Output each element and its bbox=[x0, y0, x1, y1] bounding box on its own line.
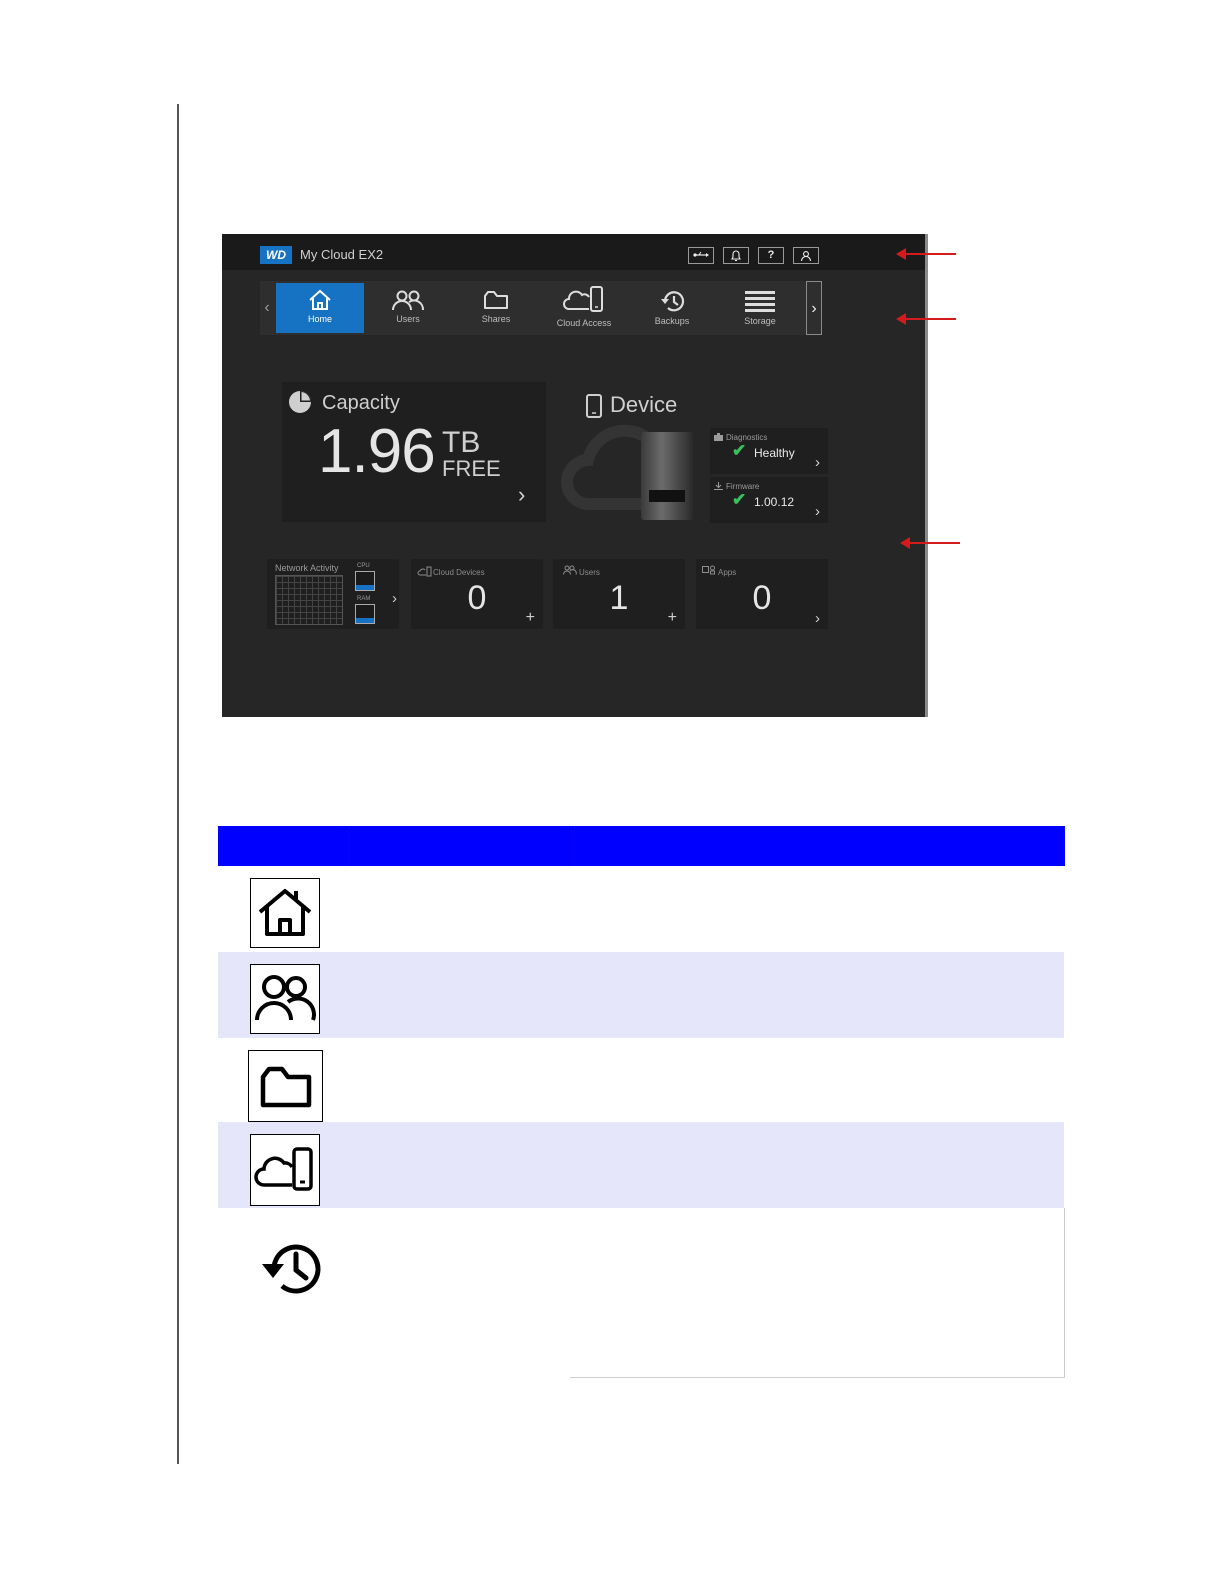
diagnostics-card[interactable]: Diagnostics ✔ Healthy › bbox=[710, 428, 828, 474]
apps-icon bbox=[702, 565, 715, 575]
cloud-device-icon bbox=[563, 286, 603, 312]
cloud-device-icon bbox=[417, 566, 432, 577]
device-title: Device bbox=[610, 392, 678, 417]
pie-chart-icon bbox=[289, 391, 311, 413]
firmware-value: 1.00.12 bbox=[754, 495, 795, 509]
header-divider bbox=[569, 826, 570, 866]
annotation-arrow-top-bar bbox=[896, 248, 956, 260]
dashboard-screenshot: WD My Cloud EX2 ? ‹ Home Users Shares Cl… bbox=[222, 234, 928, 717]
ram-label: RAM bbox=[357, 596, 371, 602]
network-graph bbox=[275, 575, 343, 625]
user-icon bbox=[800, 251, 812, 262]
diagnostics-icon bbox=[714, 433, 723, 441]
phone-icon bbox=[586, 394, 602, 418]
description-cell bbox=[570, 1208, 1065, 1378]
chevron-right-icon: › bbox=[815, 503, 820, 520]
home-icon bbox=[258, 889, 312, 936]
nav-label-users: Users bbox=[396, 314, 420, 324]
ram-meter-fill bbox=[356, 617, 374, 623]
nav-item-storage[interactable]: Storage bbox=[716, 283, 804, 333]
cloud-device-icon bbox=[254, 1147, 313, 1191]
users-icon bbox=[563, 565, 577, 575]
header-divider bbox=[351, 826, 352, 866]
nav-prev-arrow[interactable]: ‹ bbox=[260, 281, 274, 335]
add-icon[interactable]: + bbox=[668, 609, 677, 627]
margin-rule bbox=[177, 104, 179, 1464]
users-tile-title: Users bbox=[579, 568, 600, 577]
folder-icon bbox=[260, 1066, 311, 1108]
cpu-meter bbox=[355, 571, 375, 591]
table-header bbox=[218, 826, 1065, 866]
nav-item-backups[interactable]: Backups bbox=[628, 283, 716, 333]
nav-label-home: Home bbox=[307, 314, 332, 324]
table-row bbox=[218, 1122, 1064, 1208]
nas-device-image bbox=[641, 432, 693, 520]
cloud-devices-count: 0 bbox=[467, 579, 487, 617]
capacity-title: Capacity bbox=[322, 392, 400, 414]
annotation-arrow-nav bbox=[896, 313, 956, 325]
check-icon: ✔ bbox=[732, 441, 747, 460]
nav-label-backups: Backups bbox=[654, 316, 690, 326]
table-row bbox=[218, 866, 1064, 952]
check-icon: ✔ bbox=[732, 490, 747, 509]
home-icon bbox=[309, 289, 331, 310]
nav-label-cloud-access: Cloud Access bbox=[556, 318, 612, 328]
users-icon bbox=[255, 975, 316, 1021]
storage-icon bbox=[745, 291, 775, 312]
chevron-right-icon: › bbox=[518, 482, 526, 507]
cloud-devices-title: Cloud Devices bbox=[433, 568, 485, 577]
apps-count: 0 bbox=[752, 579, 772, 617]
chevron-right-icon: › bbox=[392, 590, 397, 607]
capacity-free-label: FREE bbox=[442, 456, 501, 481]
help-button[interactable]: ? bbox=[758, 247, 784, 264]
nav-label-storage: Storage bbox=[744, 316, 776, 326]
table-row bbox=[218, 1038, 1064, 1124]
capacity-card[interactable]: Capacity 1.96 TB FREE › bbox=[282, 382, 546, 522]
bell-icon bbox=[731, 250, 741, 262]
users-count: 1 bbox=[609, 579, 629, 617]
cloud-devices-tile[interactable]: Cloud Devices 0 + bbox=[411, 559, 543, 629]
users-tile[interactable]: Users 1 + bbox=[553, 559, 685, 629]
main-nav: ‹ Home Users Shares Cloud Access Backups… bbox=[260, 281, 822, 335]
folder-icon-box bbox=[248, 1050, 323, 1122]
home-icon-box bbox=[250, 878, 320, 948]
app-title: My Cloud EX2 bbox=[300, 247, 384, 262]
cpu-meter-fill bbox=[356, 584, 374, 590]
alerts-button[interactable] bbox=[723, 247, 749, 264]
nav-next-arrow[interactable]: › bbox=[806, 281, 822, 335]
ram-meter bbox=[355, 604, 375, 624]
apps-tile[interactable]: Apps 0 › bbox=[696, 559, 828, 629]
cpu-label: CPU bbox=[357, 563, 370, 569]
nav-item-home[interactable]: Home bbox=[276, 283, 364, 333]
users-icon-box bbox=[250, 964, 320, 1034]
folder-icon bbox=[484, 291, 508, 309]
annotation-arrow-dashboard bbox=[900, 537, 960, 549]
add-icon[interactable]: + bbox=[526, 609, 535, 627]
firmware-card[interactable]: Firmware ✔ 1.00.12 › bbox=[710, 477, 828, 523]
table-row bbox=[218, 952, 1064, 1038]
wd-logo: WD bbox=[260, 246, 292, 264]
usb-icon bbox=[693, 251, 709, 257]
network-activity-tile[interactable]: Network Activity CPU RAM › bbox=[267, 559, 399, 629]
nav-item-users[interactable]: Users bbox=[364, 283, 452, 333]
chevron-right-icon: › bbox=[815, 610, 820, 627]
capacity-value: 1.96 bbox=[318, 417, 436, 486]
network-activity-title: Network Activity bbox=[275, 563, 339, 573]
usb-button[interactable] bbox=[688, 247, 714, 264]
account-button[interactable] bbox=[793, 247, 819, 264]
capacity-unit: TB bbox=[442, 426, 481, 459]
nav-label-shares: Shares bbox=[481, 314, 511, 324]
nav-item-shares[interactable]: Shares bbox=[452, 283, 540, 333]
history-icon bbox=[262, 1244, 321, 1294]
apps-tile-title: Apps bbox=[718, 568, 737, 577]
users-icon bbox=[392, 290, 424, 311]
cloud-access-icon-box bbox=[250, 1134, 320, 1206]
top-bar: WD My Cloud EX2 ? bbox=[222, 234, 925, 270]
nav-item-cloud-access[interactable]: Cloud Access bbox=[540, 283, 628, 333]
history-icon bbox=[661, 291, 685, 312]
download-icon bbox=[714, 482, 723, 490]
diagnostics-value: Healthy bbox=[754, 446, 795, 460]
chevron-right-icon: › bbox=[815, 454, 820, 471]
